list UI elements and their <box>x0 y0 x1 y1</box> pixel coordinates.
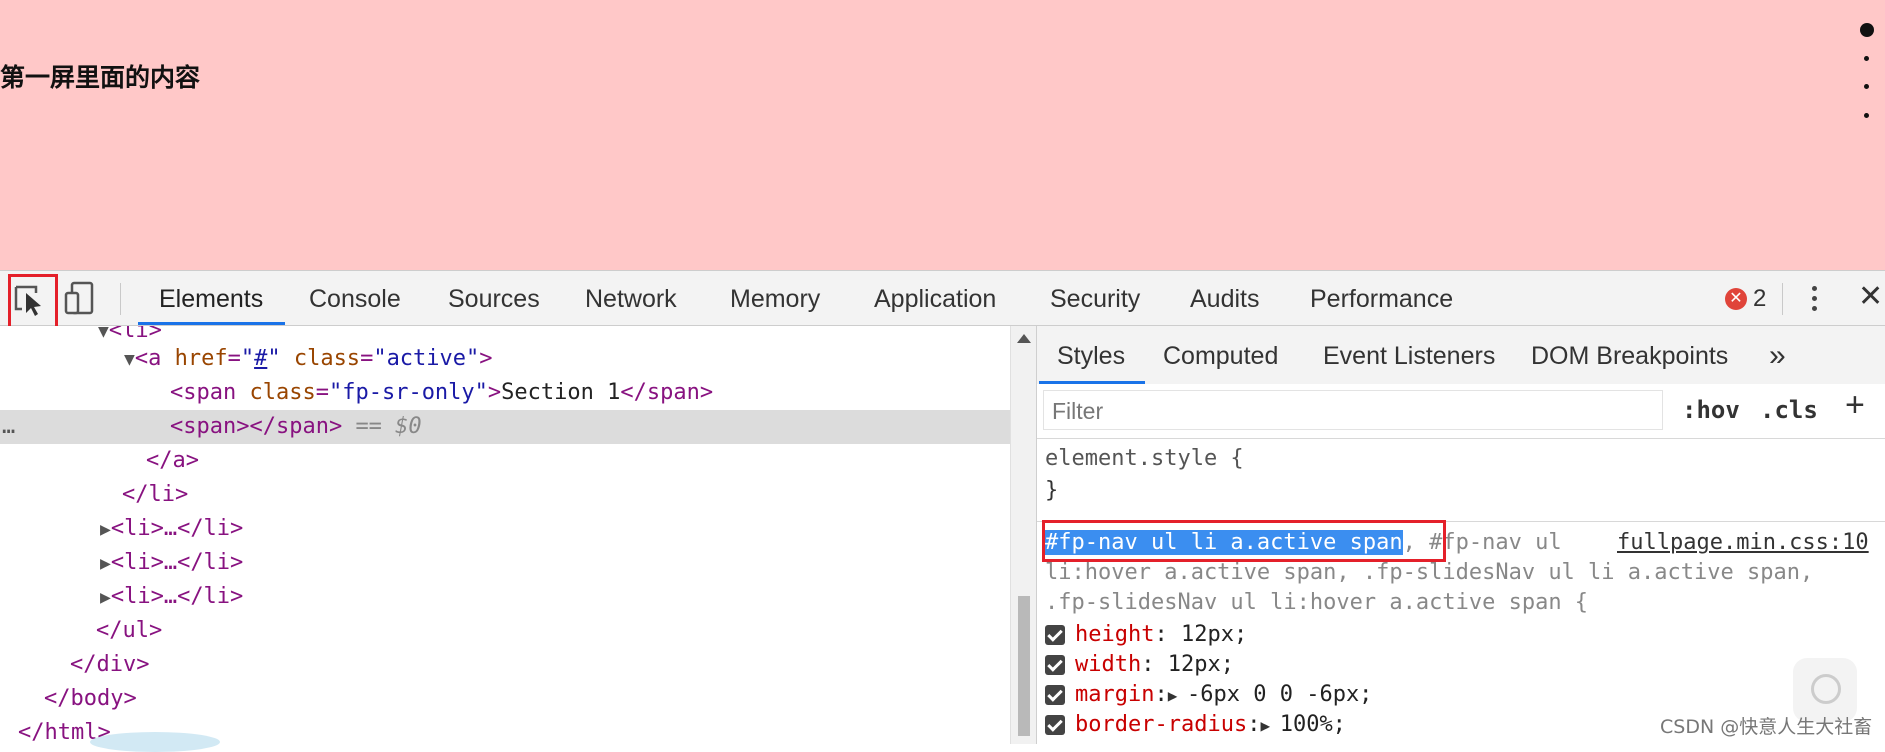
tab-security[interactable]: Security <box>1050 271 1140 325</box>
active-tab-indicator <box>138 322 285 325</box>
decorative-blob <box>90 732 220 752</box>
expand-triangle-icon[interactable]: ▶ <box>100 587 111 608</box>
expand-triangle-icon[interactable]: ▶ <box>100 519 111 540</box>
dom-node-span-sr-only[interactable]: <span class="fp-sr-only">Section 1</span… <box>0 376 1010 410</box>
scroll-up-icon[interactable] <box>1017 334 1031 343</box>
style-property-width[interactable]: width: 12px; <box>1045 650 1234 680</box>
dom-node-body-close[interactable]: </body> <box>0 682 1010 716</box>
property-checkbox[interactable] <box>1045 655 1065 675</box>
expand-triangle-icon[interactable]: ▶ <box>100 553 111 574</box>
styles-filter-input[interactable]: Filter <box>1043 390 1663 430</box>
section-heading: 第一屏里面的内容 <box>0 63 201 92</box>
class-toggle[interactable]: .cls <box>1760 390 1818 430</box>
collapse-triangle-icon[interactable]: ▼ <box>98 326 109 342</box>
fp-nav-dot-active[interactable] <box>1860 23 1874 37</box>
tab-network[interactable]: Network <box>585 271 677 325</box>
filter-bar: Filter :hov .cls + <box>1037 384 1885 439</box>
error-count: 2 <box>1753 285 1767 312</box>
tab-audits[interactable]: Audits <box>1190 271 1259 325</box>
devtools-toolbar: Elements Console Sources Network Memory … <box>0 270 1885 326</box>
style-property-height[interactable]: height: 12px; <box>1045 620 1247 650</box>
close-icon[interactable]: ✕ <box>1858 279 1883 314</box>
elements-tree: ▼<li> ▼<a href="#" class="active"> <span… <box>0 326 1010 744</box>
dom-node-ul-close[interactable]: </ul> <box>0 614 1010 648</box>
dom-node-li-collapsed[interactable]: ▶<li>…</li> <box>0 546 1010 580</box>
tab-elements[interactable]: Elements <box>159 271 263 325</box>
subtab-dom-breakpoints[interactable]: DOM Breakpoints <box>1531 326 1728 382</box>
expand-triangle-icon[interactable]: ▶ <box>1260 716 1279 735</box>
fp-nav-dot[interactable] <box>1864 84 1869 89</box>
tab-application[interactable]: Application <box>874 271 996 325</box>
error-icon: ✕ <box>1725 288 1747 310</box>
stylesheet-source-link[interactable]: fullpage.min.css:10 <box>1617 528 1869 558</box>
dom-node-a[interactable]: ▼<a href="#" class="active"> <box>0 342 1010 376</box>
expand-triangle-icon[interactable]: ▶ <box>1168 686 1187 705</box>
dom-node-div-close[interactable]: </div> <box>0 648 1010 682</box>
subtabs-overflow-icon[interactable]: » <box>1769 326 1786 382</box>
collapse-triangle-icon[interactable]: ▼ <box>124 349 135 370</box>
tab-console[interactable]: Console <box>309 271 401 325</box>
dom-node-li-close[interactable]: </li> <box>0 478 1010 512</box>
page-viewport: 第一屏里面的内容 <box>0 0 1885 270</box>
new-rule-button[interactable]: + <box>1845 386 1865 425</box>
subtab-styles[interactable]: Styles <box>1057 326 1125 382</box>
device-toolbar-icon[interactable] <box>62 279 102 319</box>
error-counter[interactable]: ✕ 2 <box>1725 285 1766 313</box>
styles-subtabs: Styles Computed Event Listeners DOM Brea… <box>1037 326 1885 385</box>
more-options-icon[interactable] <box>1806 283 1822 315</box>
selector-highlight-box <box>1042 520 1446 562</box>
property-checkbox[interactable] <box>1045 715 1065 735</box>
subtab-computed[interactable]: Computed <box>1163 326 1278 382</box>
scroll-thumb[interactable] <box>1018 596 1030 736</box>
style-property-border-radius[interactable]: border-radius:▶ 100%; <box>1045 710 1346 740</box>
subtab-event-listeners[interactable]: Event Listeners <box>1323 326 1495 382</box>
elements-scrollbar[interactable] <box>1010 326 1037 744</box>
more-dots-icon[interactable]: … <box>2 410 15 444</box>
dom-node-li-collapsed[interactable]: ▶<li>…</li> <box>0 580 1010 614</box>
tab-memory[interactable]: Memory <box>730 271 820 325</box>
watermark: CSDN @快意人生大社畜 <box>1660 716 1873 738</box>
rule-selector-cont: li:hover a.active span, .fp-slidesNav ul… <box>1045 560 1814 585</box>
dom-node-li-collapsed[interactable]: ▶<li>…</li> <box>0 512 1010 546</box>
dom-node-span-selected[interactable]: … <span></span> == $0 <box>0 410 1010 444</box>
dom-node-a-close[interactable]: </a> <box>0 444 1010 478</box>
property-checkbox[interactable] <box>1045 685 1065 705</box>
rule-selector-cont: .fp-slidesNav ul li:hover a.active span … <box>1045 590 1589 615</box>
toolbar-separator <box>120 283 121 315</box>
element-style-open[interactable]: element.style { <box>1045 444 1244 474</box>
toolbar-separator <box>1782 283 1783 315</box>
fp-nav-dot[interactable] <box>1864 56 1869 61</box>
tab-performance[interactable]: Performance <box>1310 271 1453 325</box>
style-property-margin[interactable]: margin:▶ -6px 0 0 -6px; <box>1045 680 1372 710</box>
fp-nav-dot[interactable] <box>1864 113 1869 118</box>
tab-sources[interactable]: Sources <box>448 271 540 325</box>
property-checkbox[interactable] <box>1045 625 1065 645</box>
hover-state-toggle[interactable]: :hov <box>1682 390 1740 430</box>
element-style-close: } <box>1045 478 1059 503</box>
